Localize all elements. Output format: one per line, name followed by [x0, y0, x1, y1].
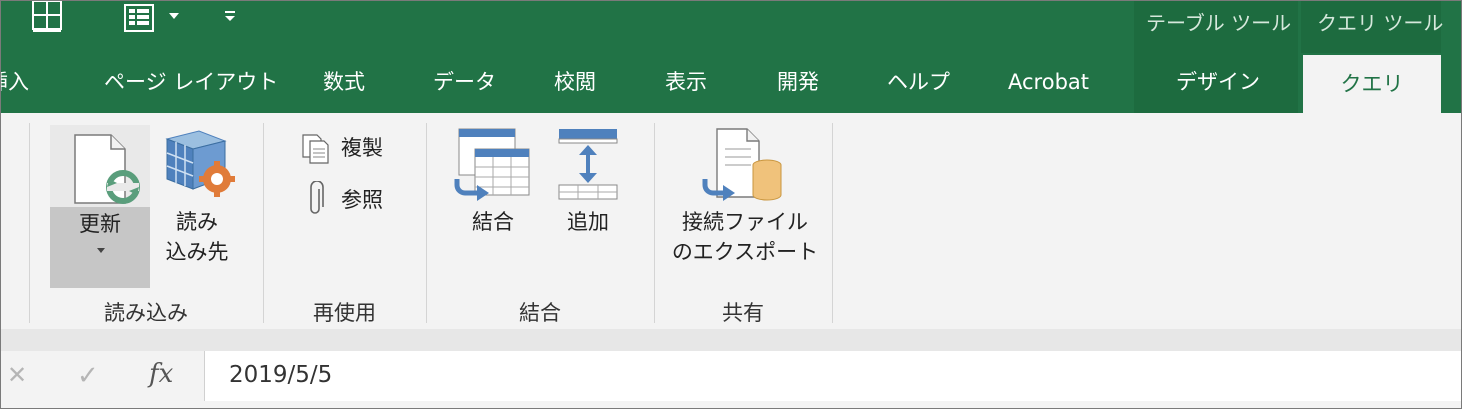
duplicate-icon	[302, 134, 329, 164]
insert-function-icon[interactable]: fx	[149, 359, 173, 389]
table-tools-label: テーブル ツール	[1146, 11, 1292, 35]
group-label-share: 共有	[722, 301, 764, 325]
append-label[interactable]: 追加	[553, 207, 623, 237]
formula-input[interactable]: 2019/5/5	[204, 351, 1461, 401]
group-label-load: 読み込み	[104, 301, 188, 325]
tab-data[interactable]: データ	[433, 67, 496, 97]
group-separator	[426, 123, 427, 323]
ribbon-tab-bar: テーブル ツール クエリ ツール 挿入 ページ レイアウト 数式 データ 校閲 …	[1, 1, 1461, 113]
group-separator	[654, 123, 655, 323]
table-grid-icon[interactable]	[31, 1, 63, 33]
group-label-combine: 結合	[519, 301, 561, 325]
query-tools-label: クエリ ツール	[1317, 11, 1444, 35]
ribbon: 更新 読み 込み先 読み込み 複製 参照 再使用 結合 追加 結合 接続ファイル…	[1, 113, 1461, 329]
tab-query[interactable]: クエリ	[1303, 55, 1441, 113]
formula-bar: ✕ ✓ fx 2019/5/5	[1, 351, 1461, 408]
refresh-label: 更新	[79, 212, 121, 236]
tab-design[interactable]: デザイン	[1176, 67, 1260, 97]
duplicate-label[interactable]: 複製	[341, 133, 383, 163]
refresh-document-icon	[74, 134, 140, 204]
tab-acrobat[interactable]: Acrobat	[1008, 67, 1089, 97]
group-label-reuse: 再使用	[313, 301, 376, 325]
chevron-down-icon	[97, 248, 105, 253]
ribbon-bottom-strip	[1, 329, 1461, 351]
form-view-icon[interactable]	[123, 3, 155, 33]
merge-queries-icon	[454, 128, 530, 201]
tab-page-layout[interactable]: ページ レイアウト	[104, 67, 278, 97]
append-queries-icon	[558, 129, 618, 200]
group-separator	[29, 123, 30, 323]
enter-icon[interactable]: ✓	[77, 361, 99, 391]
chevron-down-icon[interactable]	[167, 11, 181, 21]
export-connection-label-line2[interactable]: のエクスポート	[671, 237, 819, 267]
group-separator	[263, 123, 264, 323]
export-connection-file-icon	[702, 128, 782, 201]
tab-review[interactable]: 校閲	[554, 67, 596, 97]
merge-label[interactable]: 結合	[453, 207, 533, 237]
cancel-icon[interactable]: ✕	[7, 361, 27, 389]
load-to-cube-icon	[165, 130, 235, 197]
customize-quick-access-icon[interactable]	[223, 9, 237, 23]
export-connection-label-line1[interactable]: 接続ファイル	[671, 207, 819, 237]
paperclip-icon	[310, 181, 324, 214]
tab-formulas[interactable]: 数式	[323, 67, 365, 97]
tab-help[interactable]: ヘルプ	[887, 67, 950, 97]
load-to-label-line2[interactable]: 込み先	[161, 237, 233, 267]
tab-insert[interactable]: 挿入	[1, 67, 29, 97]
tab-view[interactable]: 表示	[665, 67, 707, 97]
group-separator	[832, 123, 833, 323]
reference-label[interactable]: 参照	[341, 185, 383, 215]
tab-developer[interactable]: 開発	[777, 67, 819, 97]
load-to-label-line1[interactable]: 読み	[161, 207, 233, 237]
formula-value: 2019/5/5	[229, 362, 333, 388]
excel-window: テーブル ツール クエリ ツール 挿入 ページ レイアウト 数式 データ 校閲 …	[0, 0, 1462, 409]
query-tools-context: クエリ ツール	[1301, 1, 1444, 53]
